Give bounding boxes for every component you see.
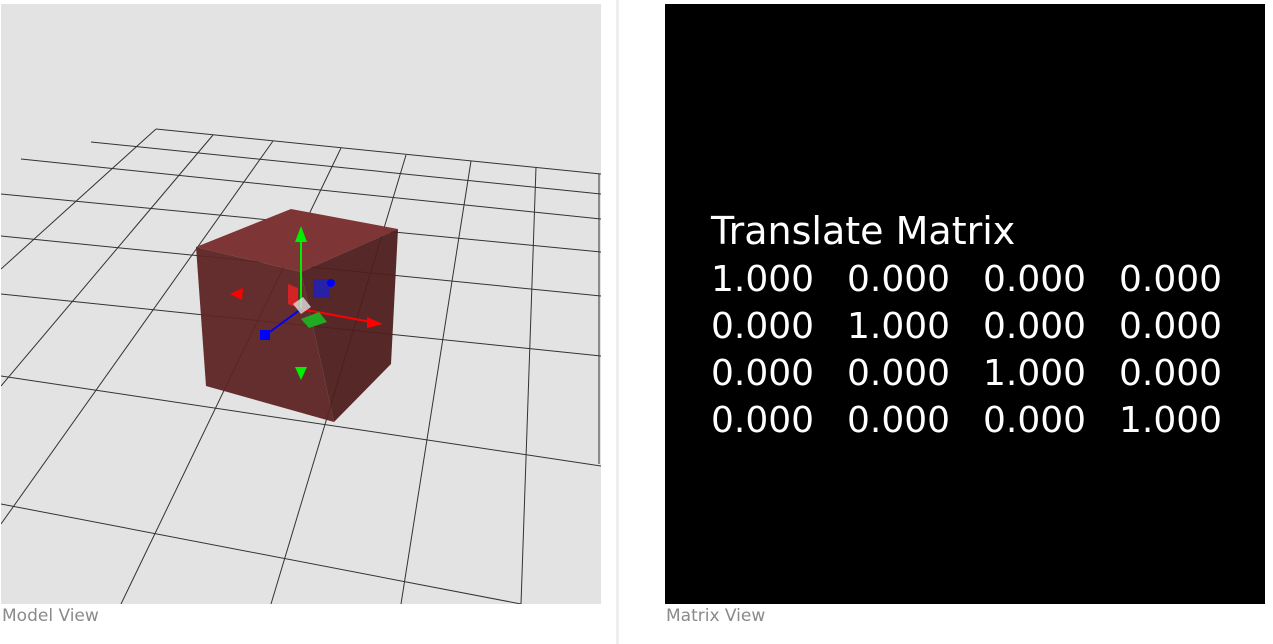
matrix-cell: 0.000 (847, 353, 950, 394)
matrix-view-caption: Matrix View (666, 606, 766, 626)
matrix-cell: 0.000 (847, 259, 950, 300)
matrix-cell: 1.000 (983, 353, 1086, 394)
matrix-cell: 0.000 (1119, 353, 1222, 394)
matrix-cell: 0.000 (711, 400, 814, 441)
matrix-row: 0.000 1.000 0.000 0.000 (711, 306, 1222, 347)
matrix-row: 1.000 0.000 0.000 0.000 (711, 259, 1222, 300)
matrix-cell: 1.000 (711, 259, 814, 300)
matrix-cell: 0.000 (711, 306, 814, 347)
matrix-cell: 0.000 (983, 400, 1086, 441)
matrix-cell: 0.000 (983, 306, 1086, 347)
matrix-view-canvas: Translate Matrix 1.000 0.000 0.000 0.000… (665, 4, 1265, 604)
matrix-display: Translate Matrix 1.000 0.000 0.000 0.000… (710, 209, 1222, 441)
matrix-row: 0.000 0.000 0.000 1.000 (711, 400, 1222, 441)
matrix-cell: 0.000 (1119, 306, 1222, 347)
model-view-caption: Model View (2, 606, 99, 626)
matrix-cell: 1.000 (847, 306, 950, 347)
matrix-cell: 0.000 (1119, 259, 1222, 300)
page: Translate Matrix 1.000 0.000 0.000 0.000… (0, 0, 1273, 644)
divider (616, 0, 619, 644)
model-view-canvas[interactable] (1, 4, 601, 604)
z-axis-handle[interactable] (260, 330, 270, 340)
model-view-scene[interactable] (1, 4, 601, 604)
matrix-cell: 0.000 (983, 259, 1086, 300)
matrix-title: Translate Matrix (710, 209, 1015, 253)
matrix-cell: 0.000 (847, 400, 950, 441)
matrix-cell: 1.000 (1119, 400, 1222, 441)
matrix-cell: 0.000 (711, 353, 814, 394)
matrix-row: 0.000 0.000 1.000 0.000 (711, 353, 1222, 394)
